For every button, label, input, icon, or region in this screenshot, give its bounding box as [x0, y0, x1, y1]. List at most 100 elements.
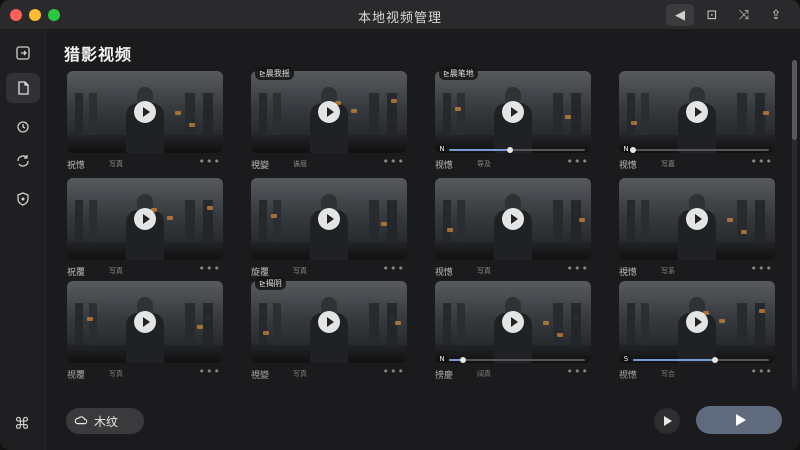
window-light	[87, 317, 93, 321]
play-icon[interactable]	[134, 208, 156, 230]
video-subtitle: 写真	[109, 267, 123, 275]
play-icon[interactable]	[686, 208, 708, 230]
more-options-icon[interactable]: •••	[383, 155, 405, 168]
shield-icon	[17, 192, 29, 206]
progress-track[interactable]	[630, 147, 769, 153]
scrollbar-thumb[interactable]	[792, 60, 797, 140]
apps-icon[interactable]: ⌘	[14, 414, 30, 433]
more-options-icon[interactable]: •••	[751, 262, 773, 275]
sidebar-item-files[interactable]	[6, 73, 40, 103]
play-icon[interactable]	[318, 311, 340, 333]
video-thumbnail[interactable]: N	[435, 71, 591, 153]
volume-button[interactable]: ◀	[666, 4, 694, 26]
playback-progress[interactable]: N	[437, 354, 585, 363]
window-light	[381, 222, 387, 226]
play-icon[interactable]	[134, 311, 156, 333]
playback-progress[interactable]: N	[621, 144, 769, 153]
play-icon[interactable]	[318, 208, 340, 230]
share-icon: ⇪	[770, 7, 782, 23]
preview-play-button[interactable]	[654, 408, 680, 434]
progress-chip: N	[437, 354, 447, 363]
video-thumbnail[interactable]: N	[435, 281, 591, 363]
video-meta: 視憽 写系 •••	[619, 262, 775, 279]
scrollbar[interactable]	[792, 60, 797, 390]
more-options-icon[interactable]: •••	[567, 262, 589, 275]
video-title: 視變	[251, 161, 270, 171]
video-thumbnail[interactable]	[619, 178, 775, 260]
video-title: 视憽	[619, 161, 638, 171]
video-card[interactable]: 祝憽 写真 •••	[67, 71, 223, 175]
video-subtitle: 写真	[109, 160, 123, 168]
video-thumbnail[interactable]	[67, 71, 223, 153]
progress-knob[interactable]	[711, 357, 718, 363]
playback-progress[interactable]: S	[621, 354, 769, 363]
more-options-icon[interactable]: •••	[199, 155, 221, 168]
sidebar-item-sync[interactable]	[6, 112, 40, 142]
progress-knob[interactable]	[459, 357, 466, 363]
title-bar: 本地视频管理 ◀ ⊡ ⤨ ⇪	[0, 0, 800, 30]
video-meta: 視變 诶屈 •••	[251, 155, 407, 172]
video-thumbnail[interactable]	[435, 178, 591, 260]
shuffle-icon: ⤨	[738, 7, 750, 23]
video-title: 祝覆	[67, 268, 86, 278]
more-options-icon[interactable]: •••	[751, 155, 773, 168]
video-card[interactable]: ⊵晨我揺 視變 诶屈 •••	[251, 67, 407, 175]
video-thumbnail[interactable]	[251, 281, 407, 363]
more-options-icon[interactable]: •••	[199, 262, 221, 275]
share-button[interactable]: ⇪	[762, 4, 790, 26]
play-icon[interactable]	[502, 101, 524, 123]
video-card[interactable]: N 视憽 写嘉 •••	[619, 71, 775, 175]
video-thumbnail[interactable]	[251, 178, 407, 260]
window-light	[189, 123, 195, 127]
video-subtitle: 写嘉	[661, 160, 675, 168]
play-icon[interactable]	[502, 311, 524, 333]
window-light	[455, 107, 461, 111]
shuffle-button[interactable]: ⤨	[730, 4, 758, 26]
play-icon[interactable]	[686, 311, 708, 333]
video-thumbnail[interactable]: N	[619, 71, 775, 153]
sidebar-item-shield[interactable]	[6, 184, 40, 214]
progress-track[interactable]	[449, 357, 585, 363]
window-light	[175, 111, 181, 115]
more-options-icon[interactable]: •••	[567, 155, 589, 168]
video-thumbnail[interactable]	[251, 71, 407, 153]
import-icon	[16, 46, 30, 60]
video-card[interactable]: 旋覆 写真 •••	[251, 178, 407, 282]
video-card[interactable]: N ⊵晨笔地 视憽 导及 •••	[435, 67, 591, 175]
window-light	[543, 321, 549, 325]
playback-progress[interactable]: N	[437, 144, 585, 153]
progress-track[interactable]	[449, 147, 585, 153]
window-light	[447, 228, 453, 232]
window-light	[207, 206, 213, 210]
progress-track[interactable]	[633, 357, 769, 363]
tag-pill-button[interactable]: 木纹	[66, 408, 144, 434]
video-thumbnail[interactable]	[67, 178, 223, 260]
video-tag: ⊵揭阴	[255, 277, 286, 290]
window-light	[351, 109, 357, 113]
video-meta: 祝覆 写真 •••	[67, 262, 223, 279]
play-icon[interactable]	[318, 101, 340, 123]
video-card[interactable]: 祝覆 写真 •••	[67, 178, 223, 282]
progress-fill	[633, 359, 715, 361]
video-card[interactable]: 视憽 写真 •••	[435, 178, 591, 282]
sidebar-item-rotate[interactable]	[6, 146, 40, 176]
video-meta: 视憽 写嘉 •••	[619, 155, 775, 172]
window-light	[741, 230, 747, 234]
more-options-icon[interactable]: •••	[383, 262, 405, 275]
progress-knob[interactable]	[507, 147, 514, 153]
screen-button[interactable]: ⊡	[698, 4, 726, 26]
play-icon[interactable]	[686, 101, 708, 123]
play-all-button[interactable]	[696, 406, 782, 434]
sidebar-item-import[interactable]	[6, 38, 40, 68]
video-thumbnail[interactable]	[67, 281, 223, 363]
sync-icon	[17, 121, 29, 133]
play-icon[interactable]	[502, 208, 524, 230]
cloud-sync-icon	[74, 416, 88, 425]
window-light	[197, 325, 203, 329]
play-icon[interactable]	[134, 101, 156, 123]
window-light	[167, 216, 173, 220]
progress-knob[interactable]	[630, 147, 636, 153]
window-light	[565, 115, 571, 119]
video-card[interactable]: 視憽 写系 •••	[619, 178, 775, 282]
video-thumbnail[interactable]: S	[619, 281, 775, 363]
